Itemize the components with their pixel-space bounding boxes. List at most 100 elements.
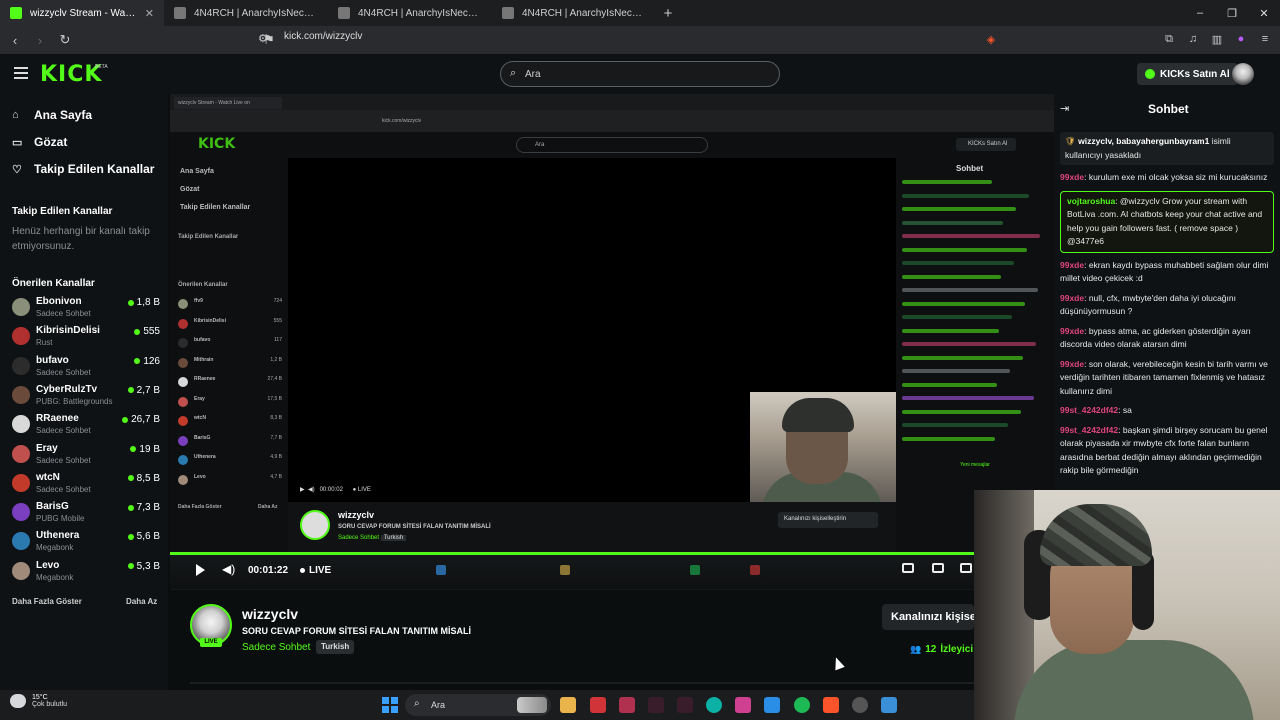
recommended-channel[interactable]: Levo Megabonk 5,3 B: [12, 558, 162, 586]
menu-icon[interactable]: ≡: [1256, 30, 1274, 48]
recommended-channel[interactable]: bufavo Sadece Sohbet 126: [12, 353, 162, 381]
reflection-brave-icon: [750, 565, 760, 575]
sidebar-item-label: Ana Sayfa: [34, 108, 93, 122]
inner-channel-avatar: [178, 377, 188, 387]
inner-channel-viewers: 4,7 B: [270, 473, 282, 480]
sidebar-item-browse[interactable]: ▭ Gözat: [12, 135, 67, 149]
rider-icon[interactable]: [735, 697, 751, 713]
channel-name: Ebonivon: [36, 296, 82, 307]
inner-customize-button: Kanalınızı kişiselleştirin: [778, 512, 878, 528]
forward-icon[interactable]: ›: [30, 30, 50, 50]
new-tab-button[interactable]: +: [656, 0, 680, 26]
player-controls: ◀) 00:01:22 LIVE: [170, 555, 1054, 589]
sidebar-icon[interactable]: ▥: [1208, 30, 1226, 48]
chat-username[interactable]: 99st_4242df42: [1060, 405, 1118, 415]
chat-username[interactable]: 99xde: [1060, 293, 1084, 303]
sidebar-item-following[interactable]: ♡ Takip Edilen Kanallar: [12, 162, 154, 176]
recommended-channel[interactable]: Ebonivon Sadece Sohbet 1,8 B: [12, 294, 162, 322]
browser-tab[interactable]: 4N4RCH | AnarchyIsNecessary: [492, 0, 656, 26]
channel-info: LIVE wizzyclv SORU CEVAP FORUM SİTESİ FA…: [170, 592, 974, 684]
inner-chat-line: [902, 315, 1012, 319]
windows-start-icon[interactable]: [382, 697, 398, 713]
live-dot-icon: [127, 299, 134, 306]
close-window-button[interactable]: ✕: [1248, 0, 1280, 26]
hamburger-menu-icon[interactable]: [14, 67, 28, 79]
recommended-channel[interactable]: KibrisinDelisi Rust 555: [12, 323, 162, 351]
chat-username[interactable]: vojtaroshua: [1067, 196, 1115, 206]
media-icon[interactable]: ♫: [1184, 30, 1202, 48]
calculator-icon[interactable]: [619, 697, 635, 713]
collapse-chat-icon[interactable]: ⇥: [1060, 102, 1069, 115]
chat-username[interactable]: 99xde: [1060, 359, 1084, 369]
followed-section-title: Takip Edilen Kanallar: [12, 206, 113, 217]
video-player[interactable]: wizzyclv Stream - Watch Live on kick.com…: [170, 94, 1054, 590]
weather-widget[interactable]: 15°C Çok bulutlu: [10, 694, 67, 708]
edge-icon[interactable]: [706, 697, 722, 713]
channel-viewer-count: 19 B: [139, 443, 160, 455]
chat-panel: ⇥ Sohbet 🛡 wizzyclv, babayahergunbayram1…: [1054, 94, 1280, 494]
bug-app-icon-2[interactable]: [677, 697, 693, 713]
url-field[interactable]: kick.com/wizzyclv: [284, 31, 362, 42]
chat-username[interactable]: 99xde: [1060, 260, 1084, 270]
channel-viewers: 19 B: [130, 444, 160, 455]
theater-mode-icon[interactable]: [932, 563, 944, 573]
brave-shield-icon[interactable]: ◈: [982, 30, 1000, 48]
recommended-channel[interactable]: Uthenera Megabonk 5,6 B: [12, 528, 162, 556]
buy-kicks-button[interactable]: KICKs Satın Al: [1137, 63, 1238, 85]
play-icon[interactable]: [196, 564, 205, 576]
inner-url: kick.com/wizzyclv: [382, 118, 422, 124]
back-icon[interactable]: ‹: [5, 30, 25, 50]
channel-viewers: 126: [134, 356, 160, 367]
live-dot-icon: [134, 358, 141, 365]
reload-icon[interactable]: ↻: [55, 30, 75, 50]
brave-icon[interactable]: [823, 697, 839, 713]
fullscreen-icon[interactable]: [960, 563, 972, 573]
recommended-channel[interactable]: CyberRulzTv PUBG: Battlegrounds 2,7 B: [12, 382, 162, 410]
extension-icon[interactable]: ●: [1232, 30, 1250, 48]
inner-category: Sadece Sohbet Turkish: [338, 535, 407, 541]
user-avatar[interactable]: [1232, 63, 1254, 85]
volume-icon[interactable]: ◀): [222, 562, 235, 576]
recommended-channel[interactable]: wtcN Sadece Sohbet 8,5 B: [12, 470, 162, 498]
search-input[interactable]: ⌕ Ara: [500, 61, 780, 87]
language-tag[interactable]: Turkish: [316, 640, 355, 654]
sidebar-item-home[interactable]: ⌂ Ana Sayfa: [12, 108, 92, 122]
paint-icon[interactable]: [881, 697, 897, 713]
chat-username[interactable]: 99xde: [1060, 326, 1084, 336]
chat-username[interactable]: wizzyclv, babayahergunbayram1: [1078, 136, 1209, 146]
show-less-link[interactable]: Daha Az: [126, 597, 157, 606]
show-more-link[interactable]: Daha Fazla Göster: [12, 597, 82, 606]
inner-chat-line: [902, 180, 992, 184]
pip-icon[interactable]: [902, 563, 914, 573]
minimize-button[interactable]: –: [1184, 0, 1216, 26]
inner-webcam-cap: [782, 398, 854, 432]
close-tab-icon[interactable]: ✕: [145, 7, 154, 20]
chat-username[interactable]: 99st_4242df42: [1060, 425, 1118, 435]
taskbar-search[interactable]: ⌕ Ara: [405, 694, 551, 716]
browser-tab[interactable]: 4N4RCH | AnarchyIsNecessary: [164, 0, 328, 26]
live-dot-icon: [127, 387, 134, 394]
site-info-icon[interactable]: ⚙: [258, 32, 268, 45]
customize-channel-button[interactable]: Kanalınızı kişise: [882, 604, 974, 630]
inner-chat-line: [902, 328, 999, 333]
file-explorer-icon[interactable]: [560, 697, 576, 713]
bug-app-icon[interactable]: [648, 697, 664, 713]
github-icon[interactable]: [852, 697, 868, 713]
chat-username[interactable]: 99xde: [1060, 172, 1084, 182]
stream-category[interactable]: Sadece Sohbet: [242, 642, 310, 653]
spotify-icon[interactable]: [794, 697, 810, 713]
kick-logo[interactable]: KICK: [40, 62, 102, 87]
vscode-icon[interactable]: [764, 697, 780, 713]
app-icon-red[interactable]: [590, 697, 606, 713]
inner-live-label: LIVE: [357, 487, 371, 493]
channel-name[interactable]: wizzyclv: [242, 606, 298, 622]
browser-tab[interactable]: 4N4RCH | AnarchyIsNecessary: [328, 0, 492, 26]
screenshot-icon[interactable]: ⧉: [1160, 30, 1178, 48]
maximize-button[interactable]: ❐: [1216, 0, 1248, 26]
recommended-channel[interactable]: RRaenee Sadece Sohbet 26,7 B: [12, 411, 162, 439]
browser-tab[interactable]: wizzyclv Stream - Watch Live on Kick ✕: [0, 0, 164, 26]
recommended-channel[interactable]: BarisG PUBG Mobile 7,3 B: [12, 499, 162, 527]
site-header: KICK BETA ⌕ Ara KICKs Satın Al: [0, 54, 1280, 94]
recommended-channel[interactable]: Eray Sadece Sohbet 19 B: [12, 441, 162, 469]
chat-message: 99xde: son olarak, verebileceğin kesin b…: [1060, 358, 1274, 399]
